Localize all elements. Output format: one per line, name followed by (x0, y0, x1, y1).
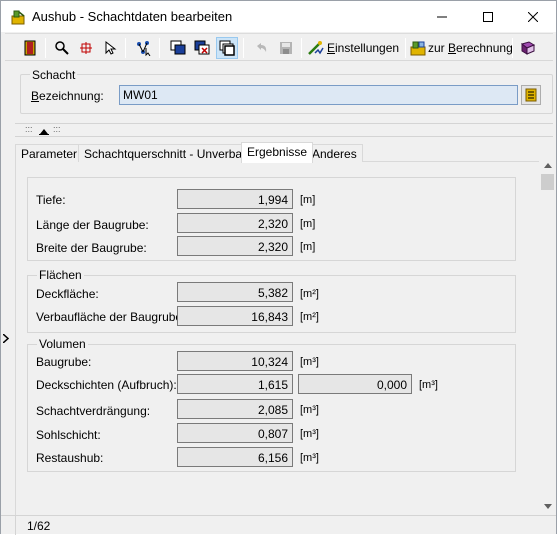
deckschichten-label: Deckschichten (Aufbruch): (36, 378, 177, 392)
volumen-group-label: Volumen (37, 337, 88, 351)
pick-list-icon (525, 88, 537, 102)
restaushub-label: Restaushub: (36, 451, 104, 465)
deckschichten-unit: [m³] (419, 379, 438, 391)
help-book-icon (520, 41, 536, 55)
window-cascade-button[interactable] (216, 37, 238, 59)
chevron-right-icon (3, 333, 9, 343)
verbauflaeche-unit: [m²] (300, 311, 319, 323)
tiefe-label: Tiefe: (36, 193, 66, 207)
minimize-icon (437, 16, 447, 17)
splitter-handle[interactable]: ::: ::: (15, 123, 553, 137)
restaushub-unit: [m³] (300, 452, 319, 464)
window-stack-icon (170, 40, 186, 55)
undo-icon (257, 43, 267, 52)
tiefe-value: 1,994 (177, 189, 293, 209)
toolbar: Einstellungen zur Berechnung (5, 33, 553, 61)
schacht-group-label: Schacht (30, 68, 78, 82)
window-front-button[interactable] (167, 37, 189, 59)
einstellungen-label: Einstellungen (327, 41, 400, 55)
deckflaeche-value: 5,382 (177, 282, 293, 302)
zur-berechnung-label: zur Berechnung (428, 41, 513, 55)
bezeichnung-input[interactable]: MW01 (119, 85, 518, 105)
laenge-label: Länge der Baugrube: (36, 218, 149, 232)
vertical-scrollbar[interactable] (539, 157, 556, 515)
crosshair-icon (80, 42, 92, 54)
laenge-value: 2,320 (177, 213, 293, 233)
maximize-button[interactable] (465, 1, 511, 32)
breite-value: 2,320 (177, 236, 293, 256)
schachtverdraengung-label: Schachtverdrängung: (36, 404, 151, 418)
window-title: Aushub - Schachtdaten bearbeiten (32, 9, 233, 24)
side-panel-toggle[interactable] (1, 331, 11, 345)
flaechen-group-label: Flächen (37, 268, 84, 282)
window-close-button[interactable] (191, 37, 213, 59)
grip-dots-right: ::: (53, 124, 61, 134)
tab-strip: Parameter Schachtquerschnitt - Unverbaut… (15, 142, 553, 163)
tiefe-unit: [m] (300, 194, 316, 206)
deckflaeche-label: Deckfläche: (36, 287, 99, 301)
record-counter: 1/62 (27, 519, 51, 533)
help-book-button[interactable] (517, 37, 539, 59)
chevron-up-icon (543, 163, 552, 168)
zoom-button[interactable] (51, 37, 73, 59)
laenge-unit: [m] (300, 218, 316, 230)
verbauflaeche-label: Verbaufläche der Baugrube (36, 310, 183, 324)
tab-parameter[interactable]: Parameter (15, 144, 84, 162)
close-icon (528, 11, 538, 22)
schachtverdraengung-unit: [m³] (300, 404, 319, 416)
einstellungen-button[interactable]: Einstellungen (307, 37, 399, 59)
verbauflaeche-value: 16,843 (177, 306, 293, 326)
restaushub-value: 6,156 (177, 447, 293, 467)
close-button[interactable] (510, 1, 556, 32)
network-select-button[interactable] (133, 37, 155, 59)
pointer-icon (105, 40, 117, 55)
exit-door-icon (24, 40, 36, 56)
baugrube-label: Baugrube: (36, 355, 92, 369)
status-bar: 1/62 (1, 515, 556, 535)
window-cascade-icon (219, 40, 235, 56)
floppy-disk-icon (280, 42, 292, 54)
tab-schachtquerschnitt[interactable]: Schachtquerschnitt - Unverbaut (78, 144, 259, 162)
grip-dots-left: ::: (25, 124, 33, 134)
sohlschicht-value: 0,807 (177, 423, 293, 443)
window-x-icon (194, 40, 210, 55)
exit-door-button[interactable] (19, 37, 41, 59)
sohlschicht-unit: [m³] (300, 428, 319, 440)
deckschichten-extra-value: 0,000 (298, 374, 412, 394)
chevron-down-icon (543, 504, 552, 509)
schachtverdraengung-value: 2,085 (177, 399, 293, 419)
maximize-icon (483, 11, 493, 22)
tab-anderes[interactable]: Anderes (306, 144, 363, 162)
settings-wand-icon (308, 41, 324, 55)
save-button[interactable] (275, 37, 297, 59)
dialog-window: Aushub - Schachtdaten bearbeiten Einstel… (0, 0, 557, 535)
breite-label: Breite der Baugrube: (36, 241, 147, 255)
zur-berechnung-button[interactable]: zur Berechnung (410, 37, 513, 59)
tab-ergebnisse[interactable]: Ergebnisse (241, 142, 314, 163)
baugrube-value: 10,324 (177, 351, 293, 371)
pick-schacht-button[interactable] (521, 85, 541, 105)
breite-unit: [m] (300, 241, 316, 253)
app-icon (11, 10, 25, 25)
undo-button[interactable] (250, 37, 272, 59)
scroll-down-arrow[interactable] (539, 498, 556, 515)
scroll-thumb[interactable] (541, 174, 554, 190)
deckflaeche-unit: [m²] (300, 288, 319, 300)
deckschichten-value: 1,615 (177, 374, 293, 394)
pointer-button[interactable] (99, 37, 121, 59)
network-select-icon (137, 41, 151, 56)
bezeichnung-label: Bezeichnung: (31, 89, 104, 103)
title-bar: Aushub - Schachtdaten bearbeiten (1, 1, 556, 32)
scroll-up-arrow[interactable] (539, 157, 556, 174)
magnifier-icon (55, 41, 69, 55)
crosshair-button[interactable] (75, 37, 97, 59)
sohlschicht-label: Sohlschicht: (36, 428, 101, 442)
collapse-up-icon (39, 129, 49, 135)
minimize-button[interactable] (419, 1, 465, 32)
baugrube-unit: [m³] (300, 356, 319, 368)
calculator-icon (410, 41, 426, 56)
